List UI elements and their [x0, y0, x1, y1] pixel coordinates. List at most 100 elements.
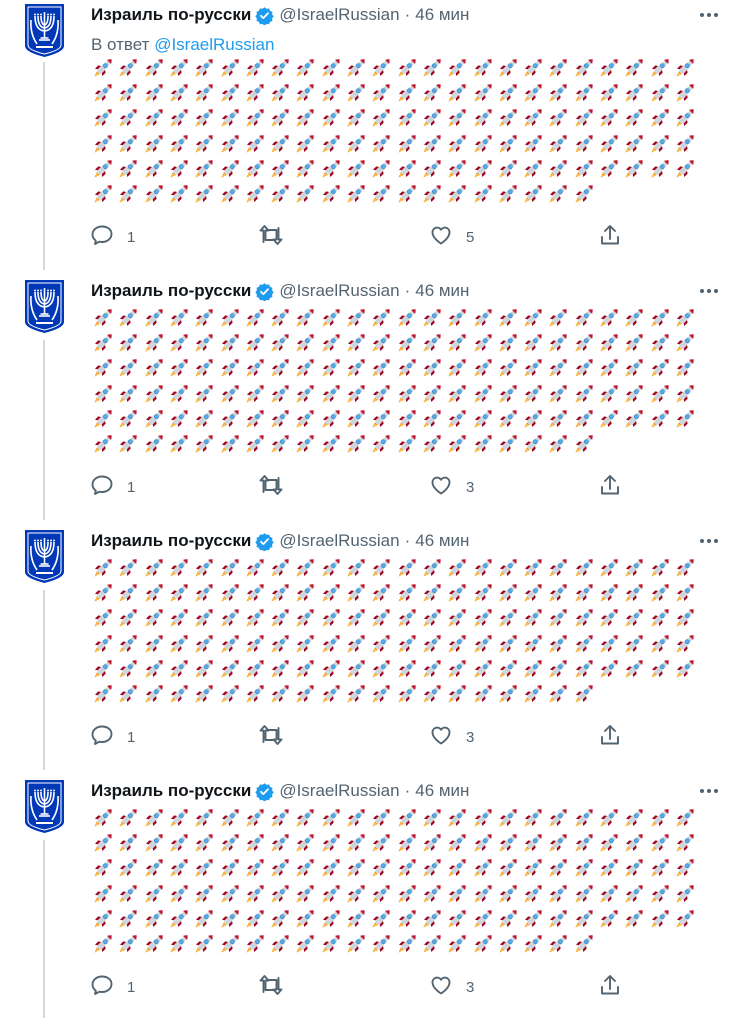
author-handle[interactable]: @IsraelRussian	[279, 528, 399, 554]
rocket-emoji-icon	[319, 432, 343, 461]
rocket-emoji-icon	[521, 932, 545, 961]
author-handle[interactable]: @IsraelRussian	[279, 778, 399, 804]
author-name[interactable]: Израиль по-русски	[91, 278, 251, 304]
tweet-text	[91, 306, 701, 457]
rocket-emoji-icon	[521, 432, 545, 461]
rocket-emoji-icon	[546, 182, 570, 211]
reply-prefix: В ответ	[91, 35, 150, 54]
rocket-emoji-icon	[293, 182, 317, 211]
like-button[interactable]: 3	[429, 724, 474, 750]
author-handle[interactable]: @IsraelRussian	[279, 2, 399, 28]
retweet-button[interactable]	[258, 724, 297, 750]
rocket-emoji-icon	[420, 932, 444, 961]
tweet-actions: 13	[0, 974, 736, 1000]
tweet[interactable]: Израиль по-русски @IsraelRussian · 46 мин В …	[0, 2, 736, 252]
timestamp[interactable]: 46 мин	[415, 2, 469, 28]
more-options-icon[interactable]	[698, 4, 720, 26]
tweet[interactable]: Израиль по-русски @IsraelRussian · 46 мин 1 3	[0, 778, 736, 1028]
tweet-text	[91, 556, 701, 707]
thread-connector-line	[43, 62, 45, 270]
like-icon	[429, 973, 453, 1002]
more-options-icon[interactable]	[698, 530, 720, 552]
retweet-icon	[258, 473, 284, 502]
retweet-button[interactable]	[258, 474, 297, 500]
timestamp[interactable]: 46 мин	[415, 778, 469, 804]
avatar[interactable]	[23, 778, 66, 834]
reply-button[interactable]: 1	[90, 474, 135, 500]
like-button[interactable]: 3	[429, 474, 474, 500]
reply-icon	[90, 473, 114, 502]
rocket-emoji-icon	[369, 182, 393, 211]
rocket-emoji-icon	[344, 432, 368, 461]
retweet-icon	[258, 223, 284, 252]
share-button[interactable]	[598, 974, 622, 1000]
more-options-icon[interactable]	[698, 280, 720, 302]
author-name[interactable]: Израиль по-русски	[91, 2, 251, 28]
separator: ·	[404, 781, 411, 800]
rocket-emoji-icon	[116, 932, 140, 961]
rocket-emoji-icon	[293, 432, 317, 461]
rocket-emoji-icon	[445, 932, 469, 961]
retweet-button[interactable]	[258, 224, 297, 250]
rocket-emoji-icon	[496, 682, 520, 711]
like-button[interactable]: 3	[429, 974, 474, 1000]
share-button[interactable]	[598, 224, 622, 250]
rocket-emoji-icon	[218, 932, 242, 961]
emoji-row	[91, 331, 701, 356]
share-icon	[598, 473, 622, 502]
reply-button[interactable]: 1	[90, 224, 135, 250]
author-name[interactable]: Израиль по-русски	[91, 778, 251, 804]
rocket-emoji-icon	[572, 682, 596, 711]
share-icon	[598, 723, 622, 752]
author-name[interactable]: Израиль по-русски	[91, 528, 251, 554]
tweet-header: Израиль по-русски @IsraelRussian · 46 мин	[91, 2, 469, 28]
like-count: 5	[466, 228, 475, 246]
rocket-emoji-icon	[395, 932, 419, 961]
emoji-row	[91, 932, 701, 957]
rocket-emoji-icon	[344, 682, 368, 711]
rocket-emoji-icon	[243, 932, 267, 961]
rocket-emoji-icon	[369, 432, 393, 461]
reply-button[interactable]: 1	[90, 724, 135, 750]
rocket-emoji-icon	[167, 182, 191, 211]
rocket-emoji-icon	[192, 932, 216, 961]
retweet-icon	[258, 723, 284, 752]
rocket-emoji-icon	[471, 932, 495, 961]
rocket-emoji-icon	[546, 932, 570, 961]
verified-badge-icon	[255, 532, 274, 552]
tweet[interactable]: Израиль по-русски @IsraelRussian · 46 мин 1 3	[0, 278, 736, 528]
rocket-emoji-icon	[293, 932, 317, 961]
emoji-row	[91, 806, 701, 831]
emoji-row	[91, 157, 701, 182]
reply-button[interactable]: 1	[90, 974, 135, 1000]
share-button[interactable]	[598, 724, 622, 750]
author-handle[interactable]: @IsraelRussian	[279, 278, 399, 304]
retweet-button[interactable]	[258, 974, 297, 1000]
more-options-icon[interactable]	[698, 780, 720, 802]
tweet[interactable]: Израиль по-русски @IsraelRussian · 46 мин 1 3	[0, 528, 736, 778]
avatar[interactable]	[23, 2, 66, 58]
like-count: 3	[466, 478, 475, 496]
timestamp[interactable]: 46 мин	[415, 278, 469, 304]
emoji-row	[91, 132, 701, 157]
share-button[interactable]	[598, 474, 622, 500]
avatar[interactable]	[23, 278, 66, 334]
tweet-actions: 13	[0, 724, 736, 750]
rocket-emoji-icon	[268, 432, 292, 461]
rocket-emoji-icon	[471, 432, 495, 461]
like-button[interactable]: 5	[429, 224, 474, 250]
rocket-emoji-icon	[521, 182, 545, 211]
reply-icon	[90, 973, 114, 1002]
rocket-emoji-icon	[369, 932, 393, 961]
emoji-row	[91, 432, 701, 457]
rocket-emoji-icon	[546, 682, 570, 711]
rocket-emoji-icon	[496, 432, 520, 461]
reply-icon	[90, 723, 114, 752]
avatar[interactable]	[23, 528, 66, 584]
rocket-emoji-icon	[268, 682, 292, 711]
emoji-row	[91, 682, 701, 707]
rocket-emoji-icon	[572, 432, 596, 461]
timestamp[interactable]: 46 мин	[415, 528, 469, 554]
rocket-emoji-icon	[319, 182, 343, 211]
reply-mention-link[interactable]: @IsraelRussian	[154, 35, 274, 54]
